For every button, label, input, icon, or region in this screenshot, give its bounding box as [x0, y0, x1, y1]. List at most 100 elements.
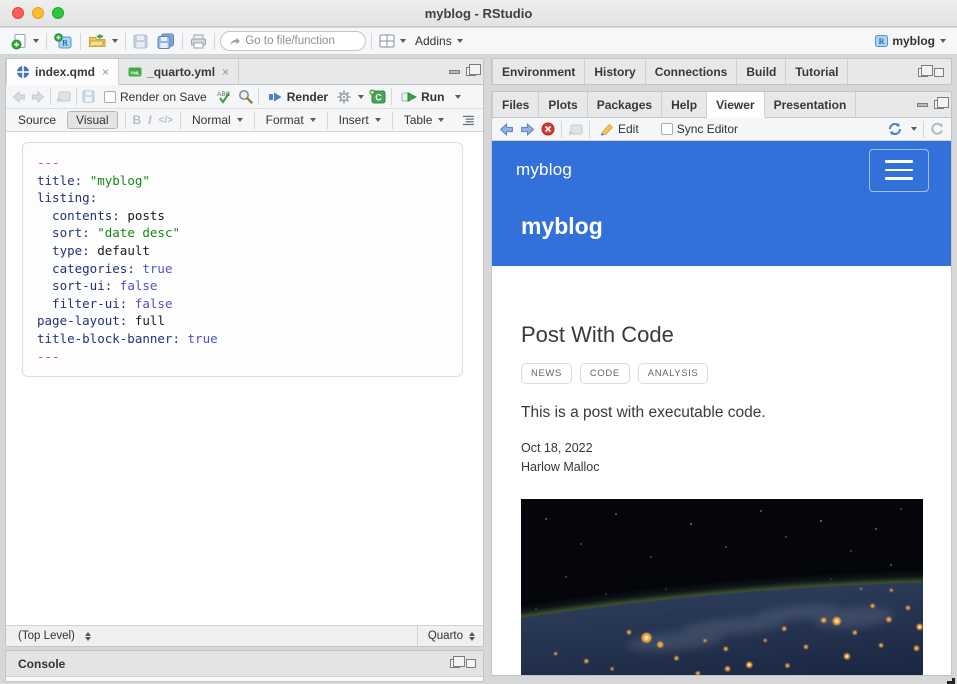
close-tab-icon[interactable]: × — [222, 65, 229, 79]
goto-file-search[interactable] — [220, 31, 366, 51]
viewer-forward-icon[interactable] — [520, 123, 535, 136]
forward-icon[interactable] — [31, 91, 45, 103]
gear-icon[interactable] — [337, 90, 351, 104]
environment-tabbar: EnvironmentHistoryConnectionsBuildTutori… — [492, 59, 951, 85]
popout-icon[interactable] — [56, 90, 71, 103]
back-icon[interactable] — [12, 91, 26, 103]
tab-presentation[interactable]: Presentation — [765, 92, 857, 117]
post-description: This is a post with executable code. — [521, 404, 921, 422]
viewer-popout-icon[interactable] — [568, 123, 583, 136]
post-categories: NEWS CODE ANALYSIS — [521, 363, 921, 384]
new-project-button[interactable]: R — [52, 32, 75, 51]
category-pill[interactable]: NEWS — [521, 363, 572, 384]
italic-button[interactable]: I — [148, 113, 151, 127]
insert-chunk-icon[interactable]: C — [369, 89, 386, 104]
blog-post: Post With Code NEWSCODEANALYSIS This is … — [492, 266, 951, 675]
source-mode-label: Source — [18, 113, 56, 127]
editor-content[interactable]: ---title: "myblog"listing: contents: pos… — [6, 132, 483, 625]
save-icon — [133, 34, 148, 49]
console-header[interactable]: Console — [6, 651, 483, 677]
sync-browser-icon[interactable] — [887, 122, 903, 136]
bold-button[interactable]: B — [133, 113, 142, 127]
tab-environment[interactable]: Environment — [492, 59, 585, 85]
gear-caret-icon[interactable] — [358, 95, 364, 99]
blog-nav-title[interactable]: myblog — [516, 160, 572, 180]
project-menu-button[interactable]: R myblog — [872, 33, 948, 49]
yaml-code-block[interactable]: ---title: "myblog"listing: contents: pos… — [22, 142, 463, 377]
sync-editor-checkbox-icon — [661, 123, 673, 135]
tab-files[interactable]: Files — [492, 92, 539, 117]
code-line: title-block-banner: true — [37, 330, 448, 348]
files-pane: FilesPlotsPackagesHelpViewerPresentation — [491, 91, 952, 676]
source-mode-button[interactable]: Source — [14, 112, 60, 128]
minimize-pane-icon[interactable] — [449, 70, 460, 74]
open-file-button[interactable] — [86, 33, 120, 50]
window-resize-grip[interactable] — [947, 678, 955, 684]
restore-env-pane-icon[interactable] — [918, 68, 928, 77]
insert-caret-icon — [375, 118, 381, 122]
save-all-button[interactable] — [155, 32, 177, 50]
maximize-files-pane-icon[interactable] — [934, 100, 944, 109]
tab-build[interactable]: Build — [737, 59, 786, 85]
tab-packages[interactable]: Packages — [588, 92, 662, 117]
insert-menu[interactable]: Insert — [335, 112, 385, 128]
code-line: filter-ui: false — [37, 295, 448, 313]
maximize-console-icon[interactable] — [466, 659, 476, 668]
edit-button[interactable]: Edit — [596, 121, 643, 137]
format-menu[interactable]: Format — [262, 112, 320, 128]
tab-history[interactable]: History — [585, 59, 645, 85]
paragraph-style-dropdown[interactable]: Normal — [188, 112, 247, 128]
restore-console-icon[interactable] — [450, 659, 460, 668]
tab-viewer[interactable]: Viewer — [707, 92, 764, 118]
maximize-pane-icon[interactable] — [466, 67, 476, 76]
goto-file-input[interactable] — [245, 35, 357, 47]
close-tab-icon[interactable]: × — [102, 65, 109, 79]
save-button[interactable] — [131, 33, 150, 50]
code-button[interactable]: </> — [159, 115, 173, 126]
spellcheck-icon[interactable]: ABC — [216, 89, 233, 104]
new-file-button[interactable] — [9, 32, 41, 51]
render-on-save-checkbox[interactable]: Render on Save — [100, 89, 211, 105]
language-selector[interactable]: Quarto — [417, 626, 475, 646]
scope-label: (Top Level) — [18, 630, 75, 642]
file-tab-index.qmd[interactable]: index.qmd× — [6, 59, 119, 85]
sync-browser-caret-icon[interactable] — [911, 127, 917, 131]
tab-help[interactable]: Help — [662, 92, 707, 117]
scope-selector[interactable]: (Top Level) — [14, 629, 95, 643]
tab-plots[interactable]: Plots — [539, 92, 587, 117]
category-pill[interactable]: ANALYSIS — [638, 363, 709, 384]
paragraph-style-label: Normal — [192, 113, 231, 127]
viewer-back-icon[interactable] — [499, 123, 514, 136]
blog-navbar: myblog — [492, 141, 951, 199]
code-line: --- — [37, 154, 448, 172]
outline-toggle-icon[interactable] — [462, 114, 475, 126]
maximize-env-pane-icon[interactable] — [934, 68, 944, 77]
run-caret-icon[interactable] — [455, 95, 461, 99]
console-body[interactable] — [6, 677, 483, 681]
stop-icon[interactable] — [541, 122, 555, 136]
code-line: contents: posts — [37, 207, 448, 225]
minimize-files-pane-icon[interactable] — [917, 103, 928, 107]
category-pill[interactable]: CODE — [580, 363, 630, 384]
visual-mode-button[interactable]: Visual — [67, 111, 117, 129]
run-icon — [401, 91, 417, 103]
refresh-icon[interactable] — [930, 122, 944, 136]
workspace-panes-button[interactable] — [377, 33, 408, 49]
tab-tutorial[interactable]: Tutorial — [786, 59, 848, 85]
svg-text:R: R — [879, 37, 885, 46]
render-button[interactable]: Render — [264, 89, 332, 105]
hamburger-menu-button[interactable] — [869, 149, 929, 192]
earth-night-image — [521, 499, 923, 675]
addins-button[interactable]: Addins — [413, 33, 465, 49]
table-menu[interactable]: Table — [400, 112, 449, 128]
language-updown-icon — [469, 632, 475, 641]
sync-editor-checkbox[interactable]: Sync Editor — [657, 121, 742, 137]
tab-connections[interactable]: Connections — [646, 59, 738, 85]
file-tab-_quarto.yml[interactable]: YML_quarto.yml× — [119, 59, 239, 84]
print-button[interactable] — [188, 33, 209, 50]
run-button[interactable]: Run — [397, 89, 448, 105]
svg-text:YML: YML — [130, 70, 140, 75]
table-menu-label: Table — [404, 113, 433, 127]
save-doc-icon[interactable] — [82, 90, 95, 103]
find-icon[interactable] — [238, 89, 253, 104]
